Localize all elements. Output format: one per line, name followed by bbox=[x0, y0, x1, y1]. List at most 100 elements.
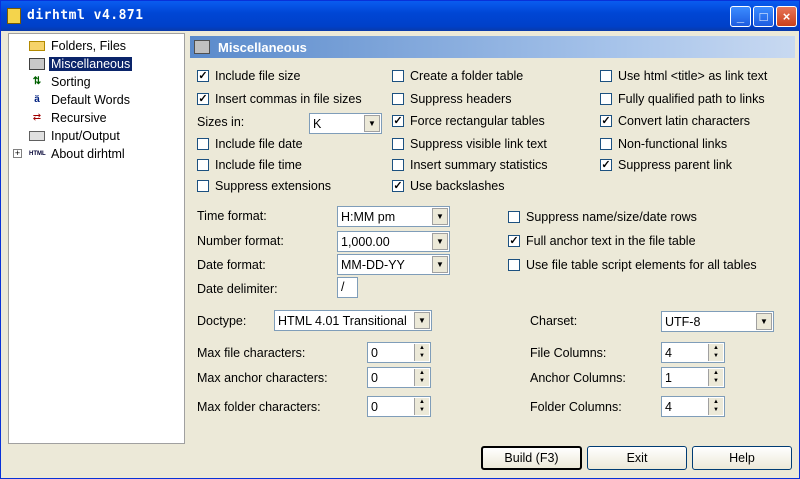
date-format-select[interactable]: MM-DD-YY ▼ bbox=[337, 254, 450, 275]
checkbox-label: Create a folder table bbox=[410, 69, 524, 83]
sizes-label: Sizes in: bbox=[197, 115, 245, 129]
build-button[interactable]: Build (F3) bbox=[481, 446, 582, 470]
tree-item-label: Folders, Files bbox=[51, 39, 127, 53]
suppress-name-size-date-rows-checkbox[interactable]: Suppress name/size/date rows bbox=[508, 210, 697, 224]
checkbox-label: Suppress visible link text bbox=[410, 137, 547, 151]
checkbox-box bbox=[392, 93, 404, 105]
suppress-headers-checkbox[interactable]: Suppress headers bbox=[392, 92, 511, 106]
html-icon: HTML bbox=[29, 151, 46, 157]
checkbox-box bbox=[508, 211, 520, 223]
expand-toggle[interactable]: + bbox=[13, 149, 22, 158]
full-anchor-text-checkbox[interactable]: ✓ Full anchor text in the file table bbox=[508, 234, 696, 248]
spinner-value: 4 bbox=[665, 399, 672, 414]
time-format-select[interactable]: H:MM pm ▼ bbox=[337, 206, 450, 227]
checkbox-box bbox=[600, 138, 612, 150]
file-columns-spinner[interactable]: 4 ▲ ▼ bbox=[661, 342, 725, 363]
misc-icon bbox=[29, 58, 45, 70]
date-format-value: MM-DD-YY bbox=[341, 257, 405, 272]
checkbox-box bbox=[392, 159, 404, 171]
tree-item-label: Sorting bbox=[51, 75, 91, 89]
date-delimiter-input[interactable]: / bbox=[337, 277, 358, 298]
checkbox-label: Suppress headers bbox=[410, 92, 512, 106]
spinner-buttons[interactable]: ▲ ▼ bbox=[708, 398, 723, 415]
checkbox-label: Insert commas in file sizes bbox=[215, 92, 362, 106]
tree-item-input-output[interactable]: Input/Output bbox=[29, 127, 122, 145]
folder-columns-spinner[interactable]: 4 ▲ ▼ bbox=[661, 396, 725, 417]
use-backslashes-checkbox[interactable]: ✓ Use backslashes bbox=[392, 179, 505, 193]
max-folder-characters-label: Max folder characters: bbox=[197, 400, 321, 414]
use-html-title-checkbox[interactable]: Use html <title> as link text bbox=[600, 69, 767, 83]
checkbox-label: Use file table script elements for all t… bbox=[526, 258, 757, 272]
section-header: Miscellaneous bbox=[190, 36, 795, 58]
main-window: dirhtml v4.871 _ □ × Folders, Files Misc… bbox=[0, 0, 800, 479]
checkbox-box: ✓ bbox=[197, 70, 209, 82]
convert-latin-characters-checkbox[interactable]: ✓ Convert latin characters bbox=[600, 114, 750, 128]
doctype-select[interactable]: HTML 4.01 Transitional ▼ bbox=[274, 310, 432, 331]
spinner-buttons[interactable]: ▲ ▼ bbox=[708, 344, 723, 361]
spinner-buttons[interactable]: ▲ ▼ bbox=[708, 369, 723, 386]
folder-icon bbox=[29, 41, 45, 51]
checkbox-label: Suppress parent link bbox=[618, 158, 732, 172]
recursive-icon: ⇄ bbox=[32, 112, 42, 123]
checkbox-box: ✓ bbox=[197, 93, 209, 105]
tree-item-label: About dirhtml bbox=[51, 147, 125, 161]
include-file-size-checkbox[interactable]: ✓ Include file size bbox=[197, 69, 300, 83]
include-file-date-checkbox[interactable]: Include file date bbox=[197, 137, 303, 151]
max-file-characters-spinner[interactable]: 0 ▲ ▼ bbox=[367, 342, 431, 363]
suppress-visible-link-text-checkbox[interactable]: Suppress visible link text bbox=[392, 137, 547, 151]
spinner-buttons[interactable]: ▲ ▼ bbox=[414, 369, 429, 386]
chevron-down-icon: ▼ bbox=[432, 233, 448, 250]
checkbox-box: ✓ bbox=[392, 115, 404, 127]
suppress-parent-link-checkbox[interactable]: ✓ Suppress parent link bbox=[600, 158, 732, 172]
number-format-select[interactable]: 1,000.00 ▼ bbox=[337, 231, 450, 252]
charset-select[interactable]: UTF-8 ▼ bbox=[661, 311, 774, 332]
number-format-value: 1,000.00 bbox=[341, 234, 390, 249]
charset-value: UTF-8 bbox=[665, 314, 701, 329]
tree-item-default-words[interactable]: ä Default Words bbox=[29, 91, 132, 109]
io-icon bbox=[29, 131, 45, 141]
checkbox-label: Suppress name/size/date rows bbox=[526, 210, 697, 224]
checkbox-label: Suppress extensions bbox=[215, 179, 332, 193]
settings-tree: Folders, Files Miscellaneous ⇅ Sorting ä… bbox=[8, 33, 185, 444]
force-rectangular-tables-checkbox[interactable]: ✓ Force rectangular tables bbox=[392, 114, 545, 128]
spinner-value: 0 bbox=[371, 345, 378, 360]
spinner-value: 1 bbox=[665, 370, 672, 385]
tree-item-label: Input/Output bbox=[51, 129, 120, 143]
fully-qualified-path-checkbox[interactable]: Fully qualified path to links bbox=[600, 92, 765, 106]
max-anchor-characters-label: Max anchor characters: bbox=[197, 371, 328, 385]
sizes-select[interactable]: K ▼ bbox=[309, 113, 382, 134]
checkbox-label: Fully qualified path to links bbox=[618, 92, 765, 106]
tree-item-miscellaneous[interactable]: Miscellaneous bbox=[29, 55, 133, 73]
insert-summary-statistics-checkbox[interactable]: Insert summary statistics bbox=[392, 158, 548, 172]
tree-item-about[interactable]: HTML About dirhtml bbox=[29, 145, 127, 163]
spinner-value: 0 bbox=[371, 399, 378, 414]
title-bar[interactable]: dirhtml v4.871 _ □ × bbox=[1, 1, 799, 31]
checkbox-box bbox=[392, 70, 404, 82]
create-folder-table-checkbox[interactable]: Create a folder table bbox=[392, 69, 523, 83]
suppress-extensions-checkbox[interactable]: Suppress extensions bbox=[197, 179, 331, 193]
tree-item-folders-files[interactable]: Folders, Files bbox=[29, 37, 128, 55]
anchor-columns-spinner[interactable]: 1 ▲ ▼ bbox=[661, 367, 725, 388]
max-folder-characters-spinner[interactable]: 0 ▲ ▼ bbox=[367, 396, 431, 417]
checkbox-label: Convert latin characters bbox=[618, 114, 751, 128]
minimize-button[interactable]: _ bbox=[730, 6, 751, 27]
close-button[interactable]: × bbox=[776, 6, 797, 27]
insert-commas-checkbox[interactable]: ✓ Insert commas in file sizes bbox=[197, 92, 362, 106]
help-button[interactable]: Help bbox=[692, 446, 792, 470]
tree-item-recursive[interactable]: ⇄ Recursive bbox=[29, 109, 109, 127]
checkbox-box bbox=[600, 93, 612, 105]
section-title: Miscellaneous bbox=[218, 39, 307, 55]
doctype-value: HTML 4.01 Transitional bbox=[278, 313, 407, 328]
tree-item-sorting[interactable]: ⇅ Sorting bbox=[29, 73, 93, 91]
checkbox-box bbox=[392, 138, 404, 150]
exit-button[interactable]: Exit bbox=[587, 446, 687, 470]
spinner-buttons[interactable]: ▲ ▼ bbox=[414, 344, 429, 361]
max-anchor-characters-spinner[interactable]: 0 ▲ ▼ bbox=[367, 367, 431, 388]
non-functional-links-checkbox[interactable]: Non-functional links bbox=[600, 137, 727, 151]
checkbox-label: Full anchor text in the file table bbox=[526, 234, 696, 248]
spinner-buttons[interactable]: ▲ ▼ bbox=[414, 398, 429, 415]
maximize-button[interactable]: □ bbox=[753, 6, 774, 27]
use-file-table-script-checkbox[interactable]: Use file table script elements for all t… bbox=[508, 258, 757, 272]
include-file-time-checkbox[interactable]: Include file time bbox=[197, 158, 302, 172]
tree-item-label: Recursive bbox=[51, 111, 107, 125]
